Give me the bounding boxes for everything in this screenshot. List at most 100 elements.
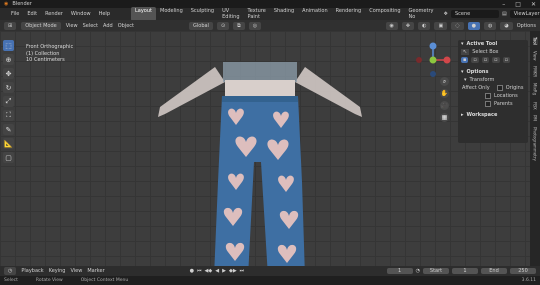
select-box-label: Select Box	[472, 49, 499, 55]
sidetab-tool[interactable]: Tool	[532, 37, 538, 45]
tab-rendering[interactable]: Rendering	[332, 7, 366, 21]
play-icon[interactable]: ▶	[222, 268, 226, 274]
minimize-button[interactable]: –	[502, 1, 505, 8]
shading-material-icon[interactable]: ◍	[483, 21, 497, 30]
tab-geometry-nodes[interactable]: Geometry No	[405, 7, 438, 21]
start-frame-field[interactable]: 1	[452, 268, 478, 274]
collapse-arrow-icon[interactable]: ▾	[461, 41, 464, 47]
cursor-tool-icon[interactable]: ⊕	[3, 54, 14, 65]
sidetab-view[interactable]: View	[533, 51, 538, 61]
timeline-menu-marker[interactable]: Marker	[87, 268, 104, 274]
zoom-icon[interactable]: ⌕	[440, 77, 449, 86]
header-menu-view[interactable]: View	[66, 23, 78, 29]
timeline-editor-type-icon[interactable]: ◷	[4, 267, 17, 275]
tab-compositing[interactable]: Compositing	[365, 7, 404, 21]
tab-texture-paint[interactable]: Texture Paint	[244, 7, 270, 21]
sidetab-mixrg[interactable]: MixRg	[533, 83, 538, 95]
tab-animation[interactable]: Animation	[298, 7, 332, 21]
select-new-icon[interactable]: ▪	[461, 57, 469, 63]
sidetab-photogrammetry[interactable]: Photogrammetry	[533, 127, 538, 161]
status-rotate: Rotate View	[35, 278, 63, 283]
transform-header[interactable]: ▾ Transform	[458, 76, 528, 84]
tab-shading[interactable]: Shading	[270, 7, 298, 21]
select-invert-icon[interactable]: ▫	[492, 57, 500, 63]
header-menu-add[interactable]: Add	[103, 23, 113, 29]
start-label: Start	[423, 268, 449, 274]
camera-view-icon[interactable]: 🎥	[440, 101, 449, 110]
menu-render[interactable]: Render	[44, 11, 64, 17]
current-frame-field[interactable]: 1	[386, 268, 413, 274]
editor-type-button[interactable]: ⊞	[4, 21, 17, 30]
shading-solid-icon[interactable]: ●	[467, 21, 480, 30]
sidetab-fbx[interactable]: FBX	[533, 102, 538, 110]
scene-selector[interactable]: Scene	[450, 10, 499, 18]
select-box-row[interactable]: ↖ Select Box	[458, 48, 528, 56]
sidetab-fmkr[interactable]: FMKR	[533, 66, 538, 77]
status-bar: Select Rotate View Object Context Menu 3…	[0, 276, 540, 285]
move-tool-icon[interactable]: ✥	[3, 68, 14, 79]
pan-hand-icon[interactable]: ✋	[440, 89, 449, 98]
orientation-dropdown[interactable]: Global	[189, 21, 213, 30]
timeline-menu-keying[interactable]: Keying	[49, 268, 66, 274]
sidetab-pm[interactable]: PM	[533, 115, 538, 121]
maximize-button[interactable]: □	[515, 1, 521, 8]
annotate-tool-icon[interactable]: ✎	[3, 124, 14, 135]
sidebar-n-panel: ▾ Active Tool ↖ Select Box ▪ ▫ ▫ ▫ ▫ ▾ O…	[458, 40, 528, 143]
xray-toggle-icon[interactable]: ▣	[434, 21, 448, 30]
parents-row: Parents	[458, 100, 528, 108]
affect-only-label: Affect Only	[462, 85, 490, 91]
visibility-icon[interactable]: ◉	[385, 21, 398, 30]
header-menu-select[interactable]: Select	[83, 23, 98, 29]
shading-wireframe-icon[interactable]: ◌	[451, 21, 464, 30]
tab-uv-editing[interactable]: UV Editing	[218, 7, 243, 21]
locations-checkbox[interactable]	[485, 93, 491, 99]
tab-sculpting[interactable]: Sculpting	[187, 7, 218, 21]
perspective-grid-icon[interactable]: ▦	[440, 113, 449, 122]
view-layer-selector[interactable]: ViewLayer	[509, 10, 540, 18]
snap-icon[interactable]: ⧉	[233, 21, 245, 30]
options-header[interactable]: ▾ Options	[458, 68, 528, 76]
select-intersect-icon[interactable]: ▫	[502, 57, 510, 63]
overlay-toggle-icon[interactable]: ◐	[418, 21, 431, 30]
menu-window[interactable]: Window	[70, 11, 92, 17]
workspace-tabs: Layout Modeling Sculpting UV Editing Tex…	[131, 7, 437, 21]
workspace-header[interactable]: ▸ Workspace	[458, 111, 528, 119]
pivot-icon[interactable]: ⊙	[216, 21, 230, 30]
version-label: 3.6.11	[521, 278, 536, 283]
mode-dropdown[interactable]: Object Mode	[21, 21, 61, 30]
tab-layout[interactable]: Layout	[131, 7, 156, 21]
header-menu-object[interactable]: Object	[118, 23, 134, 29]
clock-icon[interactable]: ◔	[416, 268, 420, 274]
jump-end-icon[interactable]: ⏭	[240, 268, 245, 274]
timeline-menu-playback[interactable]: Playback	[21, 268, 43, 274]
menu-file[interactable]: File	[10, 11, 20, 17]
measure-tool-icon[interactable]: 📐	[3, 138, 14, 149]
jump-start-icon[interactable]: ⏮	[197, 268, 202, 274]
navigation-gizmo[interactable]	[416, 40, 456, 82]
character-model[interactable]	[130, 62, 390, 266]
gizmo-toggle-icon[interactable]: ✥	[401, 21, 415, 30]
record-icon[interactable]: ●	[190, 268, 194, 274]
timeline-menu-view[interactable]: View	[70, 268, 82, 274]
proportional-edit-icon[interactable]: ◎	[248, 21, 262, 30]
prev-keyframe-icon[interactable]: ◀◆	[205, 268, 213, 274]
close-button[interactable]: ✕	[531, 1, 536, 8]
scale-tool-icon[interactable]: ⤢	[3, 96, 14, 107]
select-box-tool-icon[interactable]: ⬚	[3, 40, 14, 51]
play-reverse-icon[interactable]: ◀	[215, 268, 219, 274]
next-keyframe-icon[interactable]: ◆▶	[229, 268, 237, 274]
parents-checkbox[interactable]	[485, 101, 491, 107]
shading-rendered-icon[interactable]: ◕	[500, 21, 513, 30]
menu-edit[interactable]: Edit	[26, 11, 38, 17]
select-subtract-icon[interactable]: ▫	[481, 57, 490, 63]
end-frame-field[interactable]: 250	[510, 268, 536, 274]
blender-logo-icon: ◉	[4, 1, 9, 7]
options-dropdown[interactable]: Options	[517, 23, 536, 29]
transform-tool-icon[interactable]: ⛶	[3, 110, 14, 121]
rotate-tool-icon[interactable]: ↻	[3, 82, 14, 93]
menu-help[interactable]: Help	[98, 11, 111, 17]
origins-checkbox[interactable]	[496, 85, 503, 91]
tab-modeling[interactable]: Modeling	[156, 7, 187, 21]
select-extend-icon[interactable]: ▫	[471, 57, 479, 63]
add-cube-tool-icon[interactable]: ▢	[3, 152, 14, 163]
